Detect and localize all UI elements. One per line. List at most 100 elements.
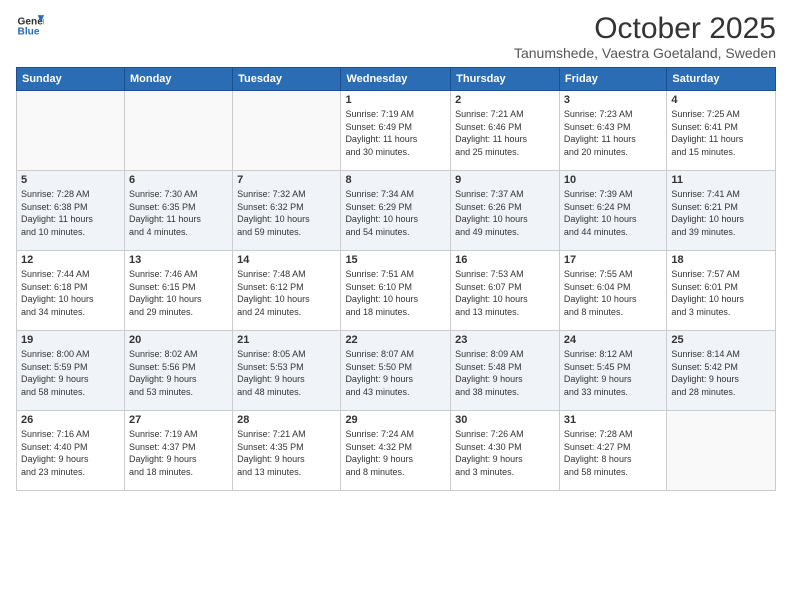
day-number: 21 [237,334,336,346]
logo-icon: General Blue [16,12,44,40]
cell-w0-d1 [124,91,232,171]
day-number: 22 [345,334,446,346]
cell-w1-d5: 10 Sunrise: 7:39 AM Sunset: 6:24 PM Dayli… [559,171,666,251]
day-number: 15 [345,254,446,266]
header-wednesday: Wednesday [341,68,451,91]
cell-w4-d6 [667,411,776,491]
header: General Blue October 2025 Tanumshede, Va… [16,12,776,61]
day-info: Sunrise: 7:46 AM Sunset: 6:15 PM Dayligh… [129,268,228,318]
title-block: October 2025 Tanumshede, Vaestra Goetala… [514,12,776,61]
day-info: Sunrise: 8:09 AM Sunset: 5:48 PM Dayligh… [455,348,555,398]
cell-w3-d0: 19Sunrise: 8:00 AM Sunset: 5:59 PM Dayli… [17,331,125,411]
day-number: 23 [455,334,555,346]
day-number: 12 [21,254,120,266]
weekday-header-row: Sunday Monday Tuesday Wednesday Thursday… [17,68,776,91]
location-title: Tanumshede, Vaestra Goetaland, Sweden [514,45,776,61]
cell-w0-d4: 2 Sunrise: 7:21 AM Sunset: 6:46 PM Daylig… [451,91,560,171]
day-info: Sunrise: 7:28 AM Sunset: 6:38 PM Dayligh… [21,188,120,238]
day-info: Sunrise: 7:28 AM Sunset: 4:27 PM Dayligh… [564,428,662,478]
day-info: Sunrise: 7:23 AM Sunset: 6:43 PM Dayligh… [564,108,662,158]
header-saturday: Saturday [667,68,776,91]
week-row-0: 1 Sunrise: 7:19 AM Sunset: 6:49 PM Daylig… [17,91,776,171]
header-friday: Friday [559,68,666,91]
day-number: 13 [129,254,228,266]
day-number: 2 [455,94,555,106]
day-info: Sunrise: 7:19 AM Sunset: 6:49 PM Dayligh… [345,108,446,158]
cell-w0-d5: 3 Sunrise: 7:23 AM Sunset: 6:43 PM Daylig… [559,91,666,171]
day-number: 7 [237,174,336,186]
cell-w3-d1: 20 Sunrise: 8:02 AM Sunset: 5:56 PM Dayli… [124,331,232,411]
cell-w0-d6: 4 Sunrise: 7:25 AM Sunset: 6:41 PM Daylig… [667,91,776,171]
cell-w1-d2: 7 Sunrise: 7:32 AM Sunset: 6:32 PM Daylig… [233,171,341,251]
calendar-table: Sunday Monday Tuesday Wednesday Thursday… [16,67,776,491]
cell-w1-d4: 9Sunrise: 7:37 AM Sunset: 6:26 PM Daylig… [451,171,560,251]
month-title: October 2025 [514,12,776,45]
svg-text:Blue: Blue [18,27,40,38]
day-number: 28 [237,414,336,426]
header-sunday: Sunday [17,68,125,91]
day-number: 17 [564,254,662,266]
day-number: 3 [564,94,662,106]
day-info: Sunrise: 7:34 AM Sunset: 6:29 PM Dayligh… [345,188,446,238]
cell-w4-d4: 30 Sunrise: 7:26 AM Sunset: 4:30 PM Dayli… [451,411,560,491]
day-info: Sunrise: 7:44 AM Sunset: 6:18 PM Dayligh… [21,268,120,318]
day-info: Sunrise: 8:05 AM Sunset: 5:53 PM Dayligh… [237,348,336,398]
cell-w0-d2 [233,91,341,171]
cell-w3-d5: 24Sunrise: 8:12 AM Sunset: 5:45 PM Dayli… [559,331,666,411]
week-row-2: 12 Sunrise: 7:44 AM Sunset: 6:18 PM Dayli… [17,251,776,331]
day-number: 31 [564,414,662,426]
cell-w1-d1: 6 Sunrise: 7:30 AM Sunset: 6:35 PM Daylig… [124,171,232,251]
day-info: Sunrise: 7:24 AM Sunset: 4:32 PM Dayligh… [345,428,446,478]
day-number: 25 [671,334,771,346]
day-number: 14 [237,254,336,266]
cell-w2-d3: 15Sunrise: 7:51 AM Sunset: 6:10 PM Dayli… [341,251,451,331]
day-info: Sunrise: 7:32 AM Sunset: 6:32 PM Dayligh… [237,188,336,238]
day-info: Sunrise: 7:25 AM Sunset: 6:41 PM Dayligh… [671,108,771,158]
page: General Blue October 2025 Tanumshede, Va… [0,0,792,612]
day-number: 27 [129,414,228,426]
day-info: Sunrise: 7:41 AM Sunset: 6:21 PM Dayligh… [671,188,771,238]
day-number: 8 [345,174,446,186]
day-number: 11 [671,174,771,186]
day-info: Sunrise: 8:02 AM Sunset: 5:56 PM Dayligh… [129,348,228,398]
day-number: 18 [671,254,771,266]
cell-w2-d4: 16 Sunrise: 7:53 AM Sunset: 6:07 PM Dayli… [451,251,560,331]
cell-w4-d5: 31 Sunrise: 7:28 AM Sunset: 4:27 PM Dayli… [559,411,666,491]
day-info: Sunrise: 7:26 AM Sunset: 4:30 PM Dayligh… [455,428,555,478]
day-number: 1 [345,94,446,106]
day-info: Sunrise: 7:48 AM Sunset: 6:12 PM Dayligh… [237,268,336,318]
header-tuesday: Tuesday [233,68,341,91]
cell-w3-d3: 22 Sunrise: 8:07 AM Sunset: 5:50 PM Dayli… [341,331,451,411]
cell-w4-d2: 28 Sunrise: 7:21 AM Sunset: 4:35 PM Dayli… [233,411,341,491]
week-row-3: 19Sunrise: 8:00 AM Sunset: 5:59 PM Dayli… [17,331,776,411]
day-number: 10 [564,174,662,186]
day-number: 19 [21,334,120,346]
cell-w4-d0: 26 Sunrise: 7:16 AM Sunset: 4:40 PM Dayli… [17,411,125,491]
cell-w0-d3: 1 Sunrise: 7:19 AM Sunset: 6:49 PM Daylig… [341,91,451,171]
day-number: 24 [564,334,662,346]
cell-w3-d2: 21 Sunrise: 8:05 AM Sunset: 5:53 PM Dayli… [233,331,341,411]
day-info: Sunrise: 7:16 AM Sunset: 4:40 PM Dayligh… [21,428,120,478]
day-info: Sunrise: 7:53 AM Sunset: 6:07 PM Dayligh… [455,268,555,318]
day-info: Sunrise: 7:21 AM Sunset: 6:46 PM Dayligh… [455,108,555,158]
day-number: 30 [455,414,555,426]
day-number: 20 [129,334,228,346]
day-info: Sunrise: 7:30 AM Sunset: 6:35 PM Dayligh… [129,188,228,238]
week-row-4: 26 Sunrise: 7:16 AM Sunset: 4:40 PM Dayli… [17,411,776,491]
day-number: 9 [455,174,555,186]
day-number: 4 [671,94,771,106]
day-info: Sunrise: 7:55 AM Sunset: 6:04 PM Dayligh… [564,268,662,318]
day-number: 5 [21,174,120,186]
cell-w2-d1: 13 Sunrise: 7:46 AM Sunset: 6:15 PM Dayli… [124,251,232,331]
day-info: Sunrise: 8:07 AM Sunset: 5:50 PM Dayligh… [345,348,446,398]
day-info: Sunrise: 7:21 AM Sunset: 4:35 PM Dayligh… [237,428,336,478]
cell-w2-d5: 17 Sunrise: 7:55 AM Sunset: 6:04 PM Dayli… [559,251,666,331]
cell-w1-d3: 8 Sunrise: 7:34 AM Sunset: 6:29 PM Daylig… [341,171,451,251]
day-info: Sunrise: 7:19 AM Sunset: 4:37 PM Dayligh… [129,428,228,478]
day-number: 26 [21,414,120,426]
cell-w3-d4: 23 Sunrise: 8:09 AM Sunset: 5:48 PM Dayli… [451,331,560,411]
cell-w3-d6: 25Sunrise: 8:14 AM Sunset: 5:42 PM Dayli… [667,331,776,411]
day-number: 16 [455,254,555,266]
day-number: 6 [129,174,228,186]
day-info: Sunrise: 7:39 AM Sunset: 6:24 PM Dayligh… [564,188,662,238]
